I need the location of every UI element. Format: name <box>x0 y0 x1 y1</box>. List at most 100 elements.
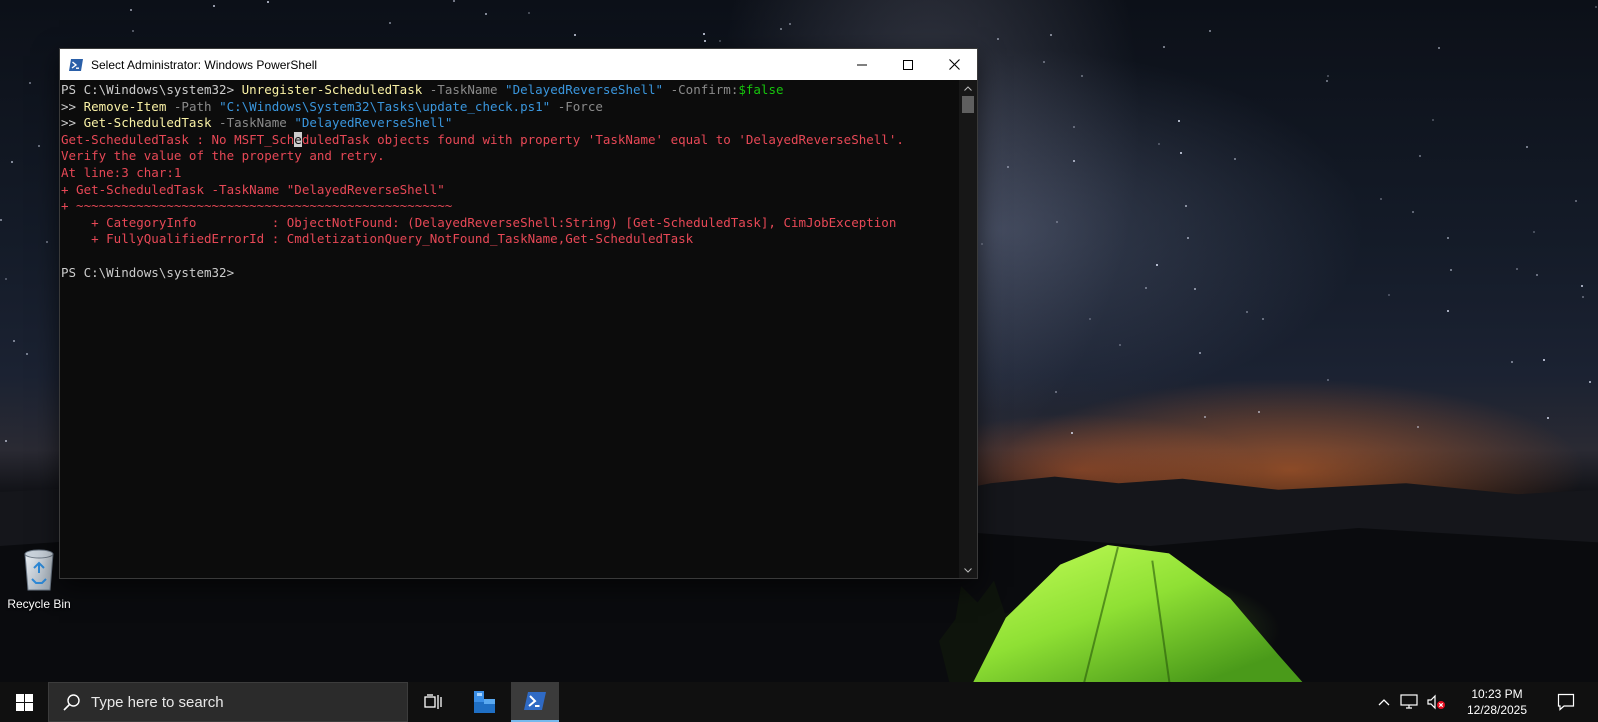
star <box>389 22 391 24</box>
star <box>1007 166 1009 168</box>
star <box>130 9 132 11</box>
star <box>132 30 134 32</box>
star <box>1380 198 1382 200</box>
close-icon <box>948 59 960 70</box>
star <box>1158 143 1160 145</box>
action-center-button[interactable] <box>1546 682 1586 722</box>
star <box>1447 310 1449 312</box>
taskbar-search-box[interactable]: Type here to search <box>48 682 408 722</box>
star <box>1327 379 1329 381</box>
console-output[interactable]: PS C:\Windows\system32> Unregister-Sched… <box>60 80 959 578</box>
scroll-down-button[interactable] <box>959 562 977 578</box>
console-text: -Path <box>166 98 220 114</box>
minimize-icon <box>857 64 867 65</box>
star <box>1043 61 1045 63</box>
maximize-button[interactable] <box>885 49 931 80</box>
console-text: -Confirm: <box>663 82 739 97</box>
star <box>1081 75 1083 77</box>
star <box>789 23 791 25</box>
star <box>1526 146 1528 148</box>
close-button[interactable] <box>931 49 977 80</box>
star <box>719 40 721 42</box>
clock-time: 10:23 PM <box>1471 687 1523 701</box>
star <box>1536 274 1538 276</box>
star <box>1327 75 1329 77</box>
console-line: Verify the value of the property and ret… <box>61 148 959 165</box>
console-text: Get-ScheduledTask : No MSFT_Sch <box>61 131 295 147</box>
star <box>1073 126 1075 128</box>
star <box>1533 231 1535 233</box>
console-text: Unregister-ScheduledTask <box>241 82 423 97</box>
console-line: PS C:\Windows\system32> Unregister-Sched… <box>61 82 959 99</box>
start-button[interactable] <box>0 682 48 722</box>
star <box>1258 411 1260 413</box>
network-button[interactable] <box>1398 682 1422 722</box>
chevron-up-icon <box>964 85 972 91</box>
star <box>38 145 40 147</box>
star <box>1326 80 1328 82</box>
console-text: $false <box>738 82 784 97</box>
maximize-icon <box>903 59 913 70</box>
star <box>26 353 28 355</box>
search-placeholder: Type here to search <box>91 693 224 711</box>
chevron-up-icon <box>1378 699 1390 706</box>
volume-muted-icon <box>1427 694 1445 710</box>
taskbar-clock[interactable]: 10:23 PM 12/28/2025 <box>1454 686 1540 718</box>
task-view-button[interactable] <box>410 682 458 722</box>
star <box>213 5 215 7</box>
recycle-bin-label: Recycle Bin <box>7 597 71 611</box>
star <box>5 440 7 442</box>
console-text: At line:3 char:1 <box>61 164 182 180</box>
window-title: Select Administrator: Windows PowerShell <box>91 57 318 72</box>
powershell-icon <box>524 692 546 710</box>
vertical-scrollbar[interactable] <box>959 80 977 578</box>
star <box>780 28 782 30</box>
star <box>1145 287 1147 289</box>
star <box>1246 311 1248 313</box>
star <box>1589 381 1591 383</box>
console-text: + FullyQualifiedErrorId : CmdletizationQ… <box>61 231 694 247</box>
star <box>1119 344 1121 346</box>
star <box>29 82 31 84</box>
window-titlebar[interactable]: Select Administrator: Windows PowerShell <box>60 49 977 80</box>
star <box>1419 155 1421 157</box>
star <box>1262 318 1264 320</box>
console-line: >> Remove-Item -Path "C:\Windows\System3… <box>61 99 959 116</box>
star <box>1089 318 1091 320</box>
console-text: duledTask objects found with property 'T… <box>301 131 904 147</box>
console-text: -TaskName <box>211 115 295 131</box>
notification-icon <box>1557 693 1575 711</box>
console-text: "DelayedReverseShell" <box>505 82 664 97</box>
console-text: >> <box>61 115 84 131</box>
powershell-icon <box>68 57 84 73</box>
star <box>1595 6 1597 8</box>
volume-button[interactable] <box>1424 682 1448 722</box>
star <box>1516 268 1518 270</box>
star <box>453 0 455 2</box>
star <box>13 340 15 342</box>
scrollbar-thumb[interactable] <box>962 96 974 113</box>
star <box>1447 237 1449 239</box>
star <box>1055 391 1057 393</box>
star <box>1199 352 1201 354</box>
star <box>46 241 48 243</box>
console-text: "C:\Windows\System32\Tasks\update_check.… <box>219 98 551 114</box>
console-text: -TaskName <box>422 82 506 97</box>
minimize-button[interactable] <box>839 49 885 80</box>
powershell-taskbar-button[interactable] <box>511 682 559 722</box>
console-text: PS C:\Windows\system32> <box>61 82 242 97</box>
console-text: Verify the value of the property and ret… <box>61 148 385 164</box>
star <box>1547 417 1549 419</box>
star <box>1388 294 1390 296</box>
star <box>1204 416 1206 418</box>
powershell-window[interactable]: Select Administrator: Windows PowerShell… <box>59 48 978 579</box>
console-line: >> Get-ScheduledTask -TaskName "DelayedR… <box>61 115 959 132</box>
star <box>1071 432 1073 434</box>
file-explorer-button[interactable] <box>460 682 508 722</box>
scroll-up-button[interactable] <box>959 80 977 96</box>
star <box>1073 160 1075 162</box>
star <box>485 13 487 15</box>
star <box>1543 359 1545 361</box>
show-hidden-icons-button[interactable] <box>1372 682 1396 722</box>
